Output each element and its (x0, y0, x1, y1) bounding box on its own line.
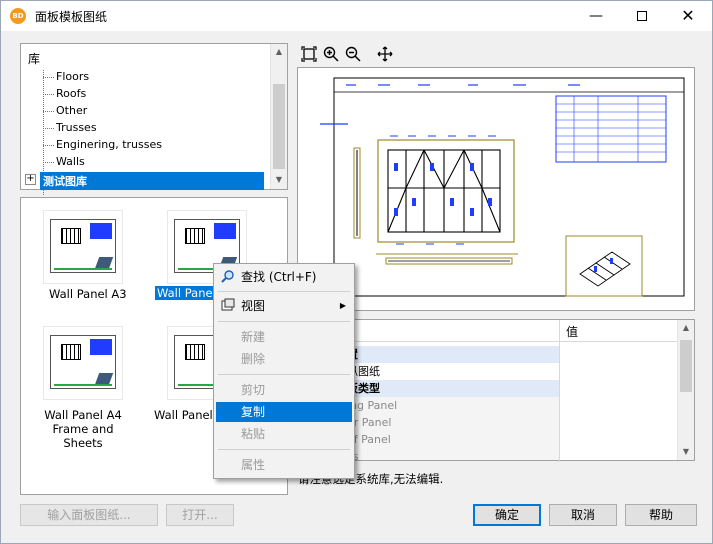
tree-item-floors[interactable]: Floors (43, 70, 89, 83)
scroll-thumb[interactable] (680, 340, 692, 392)
scroll-up-icon[interactable]: ▲ (678, 320, 694, 336)
context-menu: 查找 (Ctrl+F) 视图 ▶ 新建 删除 剪切 复制 粘贴 属性 (213, 263, 355, 479)
tree-scrollbar[interactable]: ▲ ▼ (270, 44, 287, 189)
minimize-button[interactable]: — (573, 1, 619, 31)
open-button[interactable]: 打开... (166, 504, 234, 526)
library-tree[interactable]: 库 Floors Roofs Other Trusses Enginering,… (20, 43, 288, 195)
title-bar: BD 面板模板图纸 — ✕ (1, 1, 712, 31)
import-panel-drawing-button[interactable]: 输入面板图纸... (20, 504, 158, 526)
tree-item-trusses[interactable]: Trusses (43, 121, 97, 134)
menu-item-new[interactable]: 新建 (216, 327, 352, 347)
value-column-header: 值 (559, 320, 584, 342)
menu-item-cut[interactable]: 剪切 (216, 380, 352, 400)
close-button[interactable]: ✕ (665, 1, 711, 31)
window-title: 面板模板图纸 (35, 10, 108, 24)
cancel-button[interactable]: 取消 (549, 504, 617, 526)
tree-item-test-library[interactable]: 测试图库 (40, 172, 264, 190)
zoom-in-icon[interactable] (322, 46, 340, 64)
menu-item-paste[interactable]: 粘贴 (216, 424, 352, 444)
scroll-down-icon[interactable]: ▼ (678, 444, 694, 460)
properties-grid[interactable]: 值 置 纵图纸 板类型 ing Panel or Panel of Panel … (296, 319, 695, 462)
menu-item-view[interactable]: 视图 ▶ (216, 296, 352, 316)
fit-icon[interactable] (300, 46, 318, 64)
menu-item-copy[interactable]: 复制 (216, 402, 352, 422)
view-icon (220, 298, 236, 314)
scroll-down-icon[interactable]: ▼ (271, 172, 287, 188)
close-icon: ✕ (681, 6, 695, 25)
tree-item-walls[interactable]: Walls (43, 155, 85, 168)
menu-item-find[interactable]: 查找 (Ctrl+F) (216, 267, 352, 287)
dialog-window: BD 面板模板图纸 — ✕ 库 Floors Roofs Other Truss… (0, 0, 713, 544)
submenu-arrow-icon: ▶ (339, 301, 346, 310)
drawing-sheet (320, 77, 685, 297)
tree-item-roofs[interactable]: Roofs (43, 87, 86, 100)
menu-item-delete[interactable]: 删除 (216, 349, 352, 369)
scroll-thumb[interactable] (273, 84, 285, 169)
properties-scrollbar[interactable]: ▲ ▼ (677, 320, 694, 460)
minimize-icon: — (589, 8, 603, 24)
drawing-preview[interactable] (297, 67, 695, 311)
tree-item-other[interactable]: Other (43, 104, 87, 117)
maximize-icon (637, 11, 647, 21)
zoom-out-icon[interactable] (344, 46, 362, 64)
maximize-button[interactable] (619, 1, 665, 31)
expand-icon[interactable]: + (25, 174, 36, 185)
thumbnail-wall-panel-a4[interactable] (43, 326, 123, 400)
ok-button[interactable]: 确定 (473, 504, 541, 526)
preview-panel (296, 43, 695, 311)
tree-item-enginering-trusses[interactable]: Enginering, trusses (43, 138, 162, 151)
menu-item-properties[interactable]: 属性 (216, 455, 352, 475)
app-logo-icon: BD (10, 8, 26, 24)
search-icon (220, 269, 236, 285)
tree-root[interactable]: 库 (28, 50, 40, 67)
thumbnail-wall-panel-a3[interactable] (43, 210, 123, 284)
pan-icon[interactable] (376, 46, 394, 64)
help-button[interactable]: 帮助 (625, 504, 697, 526)
scroll-up-icon[interactable]: ▲ (271, 44, 287, 60)
thumbnail-label[interactable]: Wall Panel A3 (49, 287, 127, 301)
thumbnail-label[interactable]: Wall Panel A4 Frame and Sheets (31, 408, 135, 450)
